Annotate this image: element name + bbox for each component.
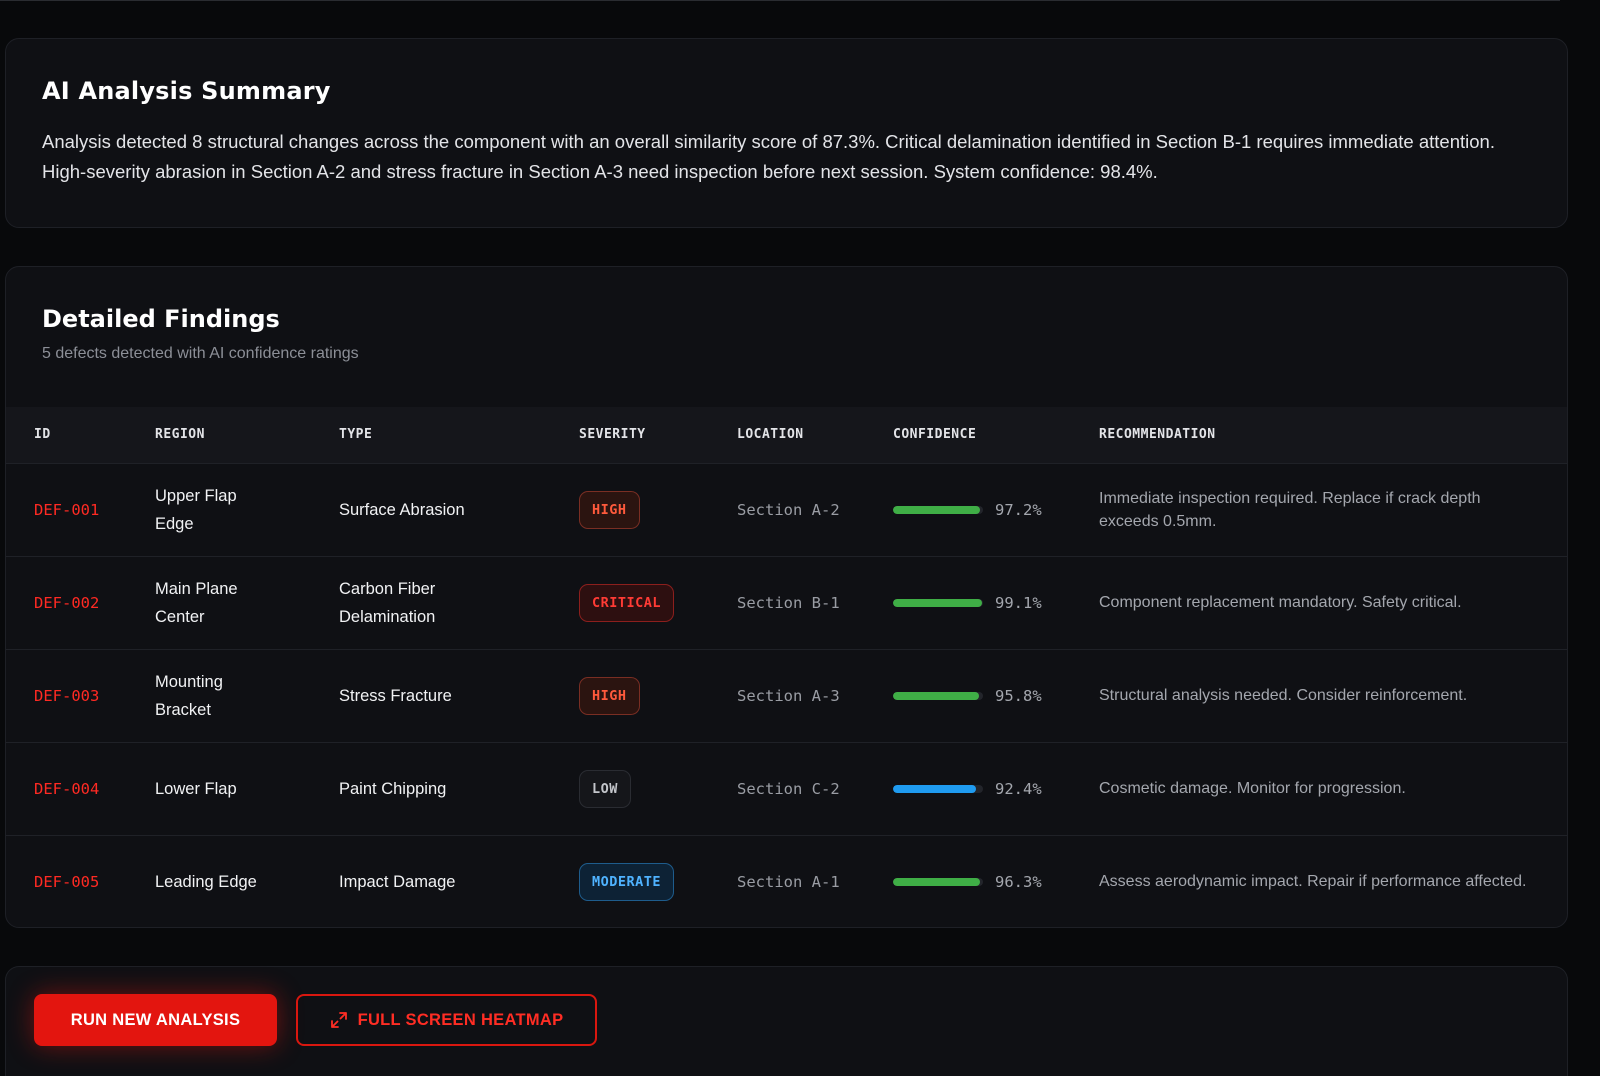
table-row[interactable]: DEF-001 Upper Flap Edge Surface Abrasion… [6,463,1567,556]
type-cell: Paint Chipping [339,779,447,798]
column-header-confidence[interactable]: CONFIDENCE [893,407,1099,463]
confidence-cell: 97.2% [893,496,1099,524]
recommendation-cell: Immediate inspection required. Replace i… [1099,489,1481,530]
confidence-cell: 95.8% [893,682,1099,710]
confidence-bar-fill [893,877,980,886]
recommendation-cell: Component replacement mandatory. Safety … [1099,594,1462,611]
column-header-type[interactable]: TYPE [339,407,579,463]
column-header-severity[interactable]: SEVERITY [579,407,737,463]
full-screen-heatmap-button[interactable]: FULL SCREEN HEATMAP [296,994,597,1046]
summary-title: AI Analysis Summary [42,77,331,105]
region-cell: Lower Flap [155,779,237,798]
confidence-bar [893,598,983,607]
confidence-bar-fill [893,598,983,607]
full-screen-heatmap-label: FULL SCREEN HEATMAP [357,1010,564,1029]
defect-id[interactable]: DEF-003 [34,687,99,705]
type-cell: Stress Fracture [339,686,452,705]
defect-id[interactable]: DEF-005 [34,873,99,891]
table-row[interactable]: DEF-004 Lower Flap Paint Chipping LOW Se… [6,742,1567,835]
severity-badge: MODERATE [579,862,675,901]
table-header-row: ID REGION TYPE SEVERITY LOCATION CONFIDE… [6,407,1567,463]
table-row[interactable]: DEF-002 Main Plane Center Carbon Fiber D… [6,556,1567,649]
findings-title: Detailed Findings [42,305,280,333]
column-header-region[interactable]: REGION [155,407,339,463]
column-header-id[interactable]: ID [6,407,155,463]
confidence-bar [893,691,983,700]
table-row[interactable]: DEF-003 Mounting Bracket Stress Fracture… [6,649,1567,742]
type-cell: Impact Damage [339,872,456,891]
location-cell: Section A-2 [737,500,840,519]
type-cell: Carbon Fiber Delamination [339,579,436,626]
actions-card: RUN NEW ANALYSIS FULL SCREEN HEATMAP [5,966,1568,1076]
confidence-cell: 96.3% [893,868,1099,896]
region-cell: Main Plane Center [155,579,238,626]
confidence-bar-fill [893,784,977,793]
ai-summary-card: AI Analysis Summary Analysis detected 8 … [5,38,1568,228]
confidence-value: 99.1% [995,593,1042,612]
severity-badge: LOW [579,769,631,808]
location-cell: Section A-1 [737,872,840,891]
expand-icon [330,1012,347,1028]
confidence-value: 97.2% [995,500,1042,519]
table-row[interactable]: DEF-005 Leading Edge Impact Damage MODER… [6,835,1567,927]
summary-text: Analysis detected 8 structural changes a… [42,131,1495,182]
region-cell: Upper Flap Edge [155,486,237,533]
column-header-recommendation[interactable]: RECOMMENDATION [1099,407,1567,463]
severity-badge: CRITICAL [579,583,675,622]
confidence-bar [893,505,983,514]
region-cell: Leading Edge [155,872,257,891]
severity-badge: HIGH [579,676,640,715]
findings-subtitle: 5 defects detected with AI confidence ra… [42,345,359,362]
recommendation-cell: Cosmetic damage. Monitor for progression… [1099,780,1406,797]
recommendation-cell: Assess aerodynamic impact. Repair if per… [1099,873,1527,891]
confidence-value: 96.3% [995,872,1042,891]
confidence-bar-fill [893,691,980,700]
confidence-cell: 99.1% [893,589,1099,617]
findings-table: ID REGION TYPE SEVERITY LOCATION CONFIDE… [6,407,1567,927]
confidence-bar-fill [893,505,981,514]
confidence-cell: 92.4% [893,775,1099,803]
type-cell: Surface Abrasion [339,500,465,519]
recommendation-cell: Structural analysis needed. Consider rei… [1099,687,1468,704]
confidence-bar [893,877,983,886]
top-divider [0,0,1560,1]
location-cell: Section A-3 [737,686,840,705]
defect-id[interactable]: DEF-002 [34,594,99,612]
run-new-analysis-button[interactable]: RUN NEW ANALYSIS [34,994,277,1046]
confidence-bar [893,784,983,793]
region-cell: Mounting Bracket [155,672,223,719]
findings-card: Detailed Findings 5 defects detected wit… [5,266,1568,928]
confidence-value: 92.4% [995,779,1042,798]
defect-id[interactable]: DEF-001 [34,501,99,519]
location-cell: Section C-2 [737,779,840,798]
findings-header: Detailed Findings 5 defects detected wit… [6,267,1567,407]
column-header-location[interactable]: LOCATION [737,407,893,463]
confidence-value: 95.8% [995,686,1042,705]
location-cell: Section B-1 [737,593,840,612]
defect-id[interactable]: DEF-004 [34,780,99,798]
severity-badge: HIGH [579,490,640,529]
